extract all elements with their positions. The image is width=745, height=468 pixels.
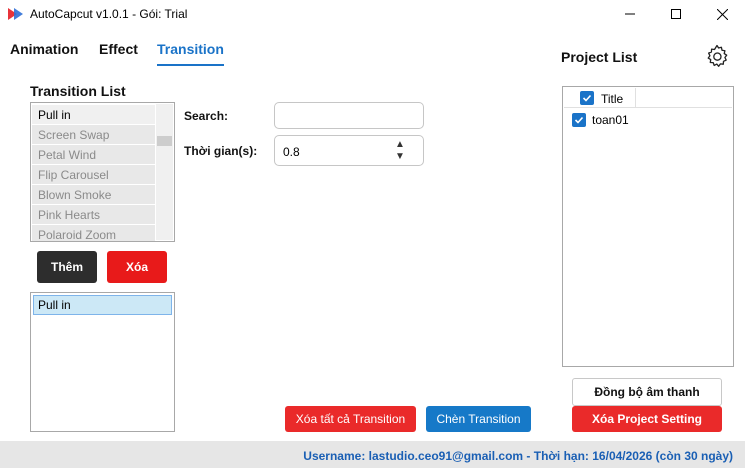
- project-list[interactable]: Title toan01: [562, 86, 734, 367]
- maximize-icon: [671, 9, 681, 19]
- search-input[interactable]: [274, 102, 424, 129]
- project-list-title: Project List: [561, 49, 638, 65]
- minimize-icon: [625, 13, 635, 15]
- added-transition-list[interactable]: Pull in: [30, 292, 175, 432]
- clear-project-setting-button[interactable]: Xóa Project Setting: [572, 406, 722, 432]
- list-item[interactable]: Flip Carousel: [32, 165, 155, 185]
- list-item[interactable]: Pull in: [33, 295, 172, 315]
- list-item[interactable]: Pull in: [32, 105, 155, 125]
- scrollbar-thumb[interactable]: [157, 136, 172, 146]
- insert-transition-button[interactable]: Chèn Transition: [426, 406, 531, 432]
- duration-value: 0.8: [283, 145, 300, 159]
- gear-icon[interactable]: [705, 44, 729, 68]
- add-transition-button[interactable]: Thêm: [37, 251, 97, 283]
- clear-all-transition-button[interactable]: Xóa tất cả Transition: [285, 406, 416, 432]
- transition-list[interactable]: Pull in Screen Swap Petal Wind Flip Caro…: [30, 102, 175, 242]
- project-list-header: Title: [564, 88, 732, 108]
- project-name: toan01: [592, 113, 629, 127]
- list-item[interactable]: Blown Smoke: [32, 185, 155, 205]
- title-bar: AutoCapcut v1.0.1 - Gói: Trial: [0, 0, 745, 28]
- tab-effect[interactable]: Effect: [99, 41, 138, 57]
- table-row[interactable]: toan01: [564, 110, 732, 130]
- transition-list-scrollbar[interactable]: [156, 104, 173, 240]
- tab-transition[interactable]: Transition: [157, 41, 224, 66]
- transition-list-title: Transition List: [30, 83, 126, 99]
- stepper-up-icon[interactable]: ▲: [395, 140, 405, 150]
- project-column-title: Title: [601, 92, 624, 106]
- tab-animation[interactable]: Animation: [10, 41, 78, 57]
- close-icon: [716, 8, 728, 20]
- window-title: AutoCapcut v1.0.1 - Gói: Trial: [30, 7, 188, 21]
- minimize-button[interactable]: [607, 0, 653, 28]
- list-item[interactable]: Screen Swap: [32, 125, 155, 145]
- select-all-checkbox[interactable]: [580, 91, 594, 105]
- list-item[interactable]: Pink Hearts: [32, 205, 155, 225]
- close-button[interactable]: [699, 0, 745, 28]
- maximize-button[interactable]: [653, 0, 699, 28]
- list-item[interactable]: Polaroid Zoom: [32, 225, 155, 241]
- search-label: Search:: [184, 109, 229, 123]
- status-bar: Username: lastudio.ceo91@gmail.com - Thờ…: [0, 441, 745, 468]
- status-text: Username: lastudio.ceo91@gmail.com - Thờ…: [303, 449, 733, 463]
- sync-audio-button[interactable]: Đồng bộ âm thanh: [572, 378, 722, 406]
- delete-transition-button[interactable]: Xóa: [107, 251, 167, 283]
- check-icon: [582, 94, 592, 102]
- duration-stepper[interactable]: 0.8 ▲ ▼: [274, 135, 424, 166]
- project-checkbox[interactable]: [572, 113, 586, 127]
- project-list-header-col: Title: [564, 88, 636, 108]
- check-icon: [574, 116, 584, 124]
- list-item[interactable]: Petal Wind: [32, 145, 155, 165]
- stepper-down-icon[interactable]: ▼: [395, 152, 405, 162]
- app-logo-icon: [8, 8, 23, 20]
- duration-label: Thời gian(s):: [184, 144, 258, 158]
